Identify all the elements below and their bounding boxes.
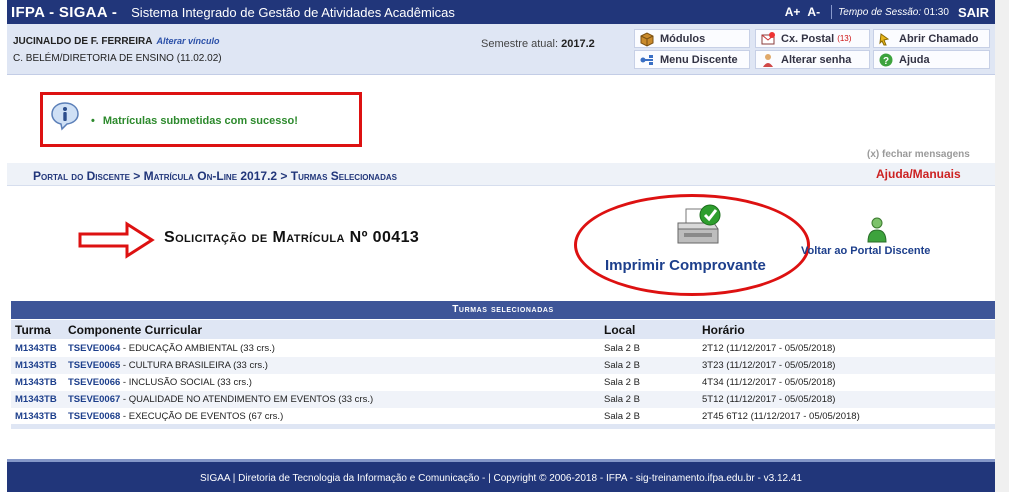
request-title: Solicitação de Matrícula Nº 00413 bbox=[164, 229, 420, 246]
component-code-link[interactable]: TSEVE0068 bbox=[68, 411, 120, 422]
horario-cell: 3T23 (11/12/2017 - 05/05/2018) bbox=[702, 360, 836, 371]
printer-icon[interactable] bbox=[674, 203, 722, 249]
menu-discente-icon bbox=[639, 52, 655, 68]
componente-cell: TSEVE0067 - QUALIDADE NO ATENDIMENTO EM … bbox=[68, 394, 373, 405]
cx-postal-label: Cx. Postal bbox=[781, 32, 835, 45]
component-name: - EDUCAÇÃO AMBIENTAL (33 crs.) bbox=[120, 343, 275, 354]
cx-postal-count: (13) bbox=[837, 34, 852, 43]
modulos-button[interactable]: Módulos bbox=[634, 29, 750, 48]
horario-cell: 2T12 (11/12/2017 - 05/05/2018) bbox=[702, 343, 836, 354]
footer: SIGAA | Diretoria de Tecnologia da Infor… bbox=[7, 459, 995, 492]
componente-cell: TSEVE0066 - INCLUSÃO SOCIAL (33 crs.) bbox=[68, 377, 252, 388]
font-increase-button[interactable]: A+ bbox=[785, 5, 801, 19]
turma-link[interactable]: M1343TB bbox=[15, 394, 57, 405]
user-icon[interactable] bbox=[866, 216, 888, 244]
local-cell: Sala 2 B bbox=[604, 343, 640, 354]
key-user-icon bbox=[760, 52, 776, 68]
component-code-link[interactable]: TSEVE0067 bbox=[68, 394, 120, 405]
system-title: IFPA - SIGAA - bbox=[11, 3, 118, 21]
window-edge bbox=[995, 0, 1009, 492]
component-name: - EXECUÇÃO DE EVENTOS (67 crs.) bbox=[120, 411, 284, 422]
top-bar: IFPA - SIGAA - Sistema Integrado de Gest… bbox=[7, 0, 995, 24]
table-row: M1343TB TSEVE0065 - CULTURA BRASILEIRA (… bbox=[11, 357, 995, 374]
horario-cell: 5T12 (11/12/2017 - 05/05/2018) bbox=[702, 394, 836, 405]
session-time: 01:30 bbox=[923, 6, 949, 18]
turma-link[interactable]: M1343TB bbox=[15, 377, 57, 388]
turma-link[interactable]: M1343TB bbox=[15, 360, 57, 371]
abrir-chamado-button[interactable]: Abrir Chamado bbox=[873, 29, 990, 48]
user-unit: C. BELÉM/DIRETORIA DE ENSINO (11.02.02) bbox=[13, 53, 222, 64]
turma-link[interactable]: M1343TB bbox=[15, 343, 57, 354]
back-to-portal-link[interactable]: Voltar ao Portal Discente bbox=[801, 245, 930, 257]
component-name: - CULTURA BRASILEIRA (33 crs.) bbox=[120, 360, 268, 371]
column-header-componente: Componente Curricular bbox=[68, 323, 203, 337]
cx-postal-button[interactable]: Cx. Postal (13) bbox=[755, 29, 870, 48]
componente-cell: TSEVE0068 - EXECUÇÃO DE EVENTOS (67 crs.… bbox=[68, 411, 283, 422]
component-code-link[interactable]: TSEVE0064 bbox=[68, 343, 120, 354]
svg-text:?: ? bbox=[883, 56, 889, 67]
semester-info: Semestre atual: 2017.2 bbox=[481, 38, 595, 50]
component-code-link[interactable]: TSEVE0066 bbox=[68, 377, 120, 388]
user-name-line: JUCINALDO DE F. FERREIRA Alterar vínculo bbox=[13, 36, 219, 47]
info-icon bbox=[50, 101, 80, 131]
user-info-bar: JUCINALDO DE F. FERREIRA Alterar vínculo … bbox=[7, 24, 995, 75]
table-title: Turmas selecionadas bbox=[11, 301, 995, 319]
print-receipt-link[interactable]: Imprimir Comprovante bbox=[605, 257, 766, 274]
ajuda-button[interactable]: ? Ajuda bbox=[873, 50, 990, 69]
column-header-local: Local bbox=[604, 323, 636, 337]
modulos-icon bbox=[639, 31, 655, 47]
page: IFPA - SIGAA - Sistema Integrado de Gest… bbox=[0, 0, 1009, 492]
logout-button[interactable]: SAIR bbox=[958, 5, 989, 20]
breadcrumb-bar: Portal do Discente > Matrícula On-Line 2… bbox=[7, 163, 995, 186]
alterar-senha-label: Alterar senha bbox=[781, 53, 852, 66]
system-name: Sistema Integrado de Gestão de Atividade… bbox=[131, 4, 455, 20]
sigaa-frame: IFPA - SIGAA - Sistema Integrado de Gest… bbox=[7, 0, 995, 492]
success-message: Matrículas submetidas com sucesso! bbox=[91, 115, 298, 127]
local-cell: Sala 2 B bbox=[604, 411, 640, 422]
chamado-icon bbox=[878, 31, 894, 47]
divider bbox=[831, 5, 833, 19]
arrow-icon bbox=[77, 220, 157, 263]
alterar-senha-button[interactable]: Alterar senha bbox=[755, 50, 870, 69]
check-icon bbox=[699, 204, 721, 226]
mail-icon bbox=[760, 31, 776, 47]
turma-link[interactable]: M1343TB bbox=[15, 411, 57, 422]
session-label: Tempo de Sessão: bbox=[838, 6, 922, 18]
change-link-link[interactable]: Alterar vínculo bbox=[156, 36, 219, 46]
table-footer-strip bbox=[11, 424, 995, 429]
font-decrease-button[interactable]: A- bbox=[807, 5, 820, 19]
menu-discente-button[interactable]: Menu Discente bbox=[634, 50, 750, 69]
horario-cell: 2T45 6T12 (11/12/2017 - 05/05/2018) bbox=[702, 411, 860, 422]
table-row: M1343TB TSEVE0066 - INCLUSÃO SOCIAL (33 … bbox=[11, 374, 995, 391]
local-cell: Sala 2 B bbox=[604, 360, 640, 371]
help-icon: ? bbox=[878, 52, 894, 68]
column-header-horario: Horário bbox=[702, 323, 745, 337]
session-timer: Tempo de Sessão: 01:30 bbox=[838, 7, 949, 18]
breadcrumb[interactable]: Portal do Discente > Matrícula On-Line 2… bbox=[33, 169, 397, 183]
table-header: Turma Componente Curricular Local Horári… bbox=[11, 320, 995, 339]
ajuda-label: Ajuda bbox=[899, 53, 930, 66]
close-messages-link[interactable]: (x) fechar mensagens bbox=[867, 149, 970, 160]
abrir-chamado-label: Abrir Chamado bbox=[899, 32, 979, 45]
local-cell: Sala 2 B bbox=[604, 394, 640, 405]
help-manuals-link[interactable]: Ajuda/Manuais bbox=[876, 167, 961, 181]
horario-cell: 4T34 (11/12/2017 - 05/05/2018) bbox=[702, 377, 836, 388]
column-header-turma: Turma bbox=[15, 323, 51, 337]
table-row: M1343TB TSEVE0067 - QUALIDADE NO ATENDIM… bbox=[11, 391, 995, 408]
component-code-link[interactable]: TSEVE0065 bbox=[68, 360, 120, 371]
component-name: - QUALIDADE NO ATENDIMENTO EM EVENTOS (3… bbox=[120, 394, 374, 405]
component-name: - INCLUSÃO SOCIAL (33 crs.) bbox=[120, 377, 252, 388]
table-row: M1343TB TSEVE0064 - EDUCAÇÃO AMBIENTAL (… bbox=[11, 340, 995, 357]
componente-cell: TSEVE0064 - EDUCAÇÃO AMBIENTAL (33 crs.) bbox=[68, 343, 275, 354]
menu-discente-label: Menu Discente bbox=[660, 53, 738, 66]
table-row: M1343TB TSEVE0068 - EXECUÇÃO DE EVENTOS … bbox=[11, 408, 995, 425]
semester-value: 2017.2 bbox=[561, 38, 595, 50]
local-cell: Sala 2 B bbox=[604, 377, 640, 388]
user-name: JUCINALDO DE F. FERREIRA bbox=[13, 36, 153, 47]
semester-label: Semestre atual: bbox=[481, 38, 559, 50]
modulos-label: Módulos bbox=[660, 32, 706, 45]
top-bar-controls: A+ A- Tempo de Sessão: 01:30 SAIR bbox=[785, 0, 989, 24]
componente-cell: TSEVE0065 - CULTURA BRASILEIRA (33 crs.) bbox=[68, 360, 268, 371]
